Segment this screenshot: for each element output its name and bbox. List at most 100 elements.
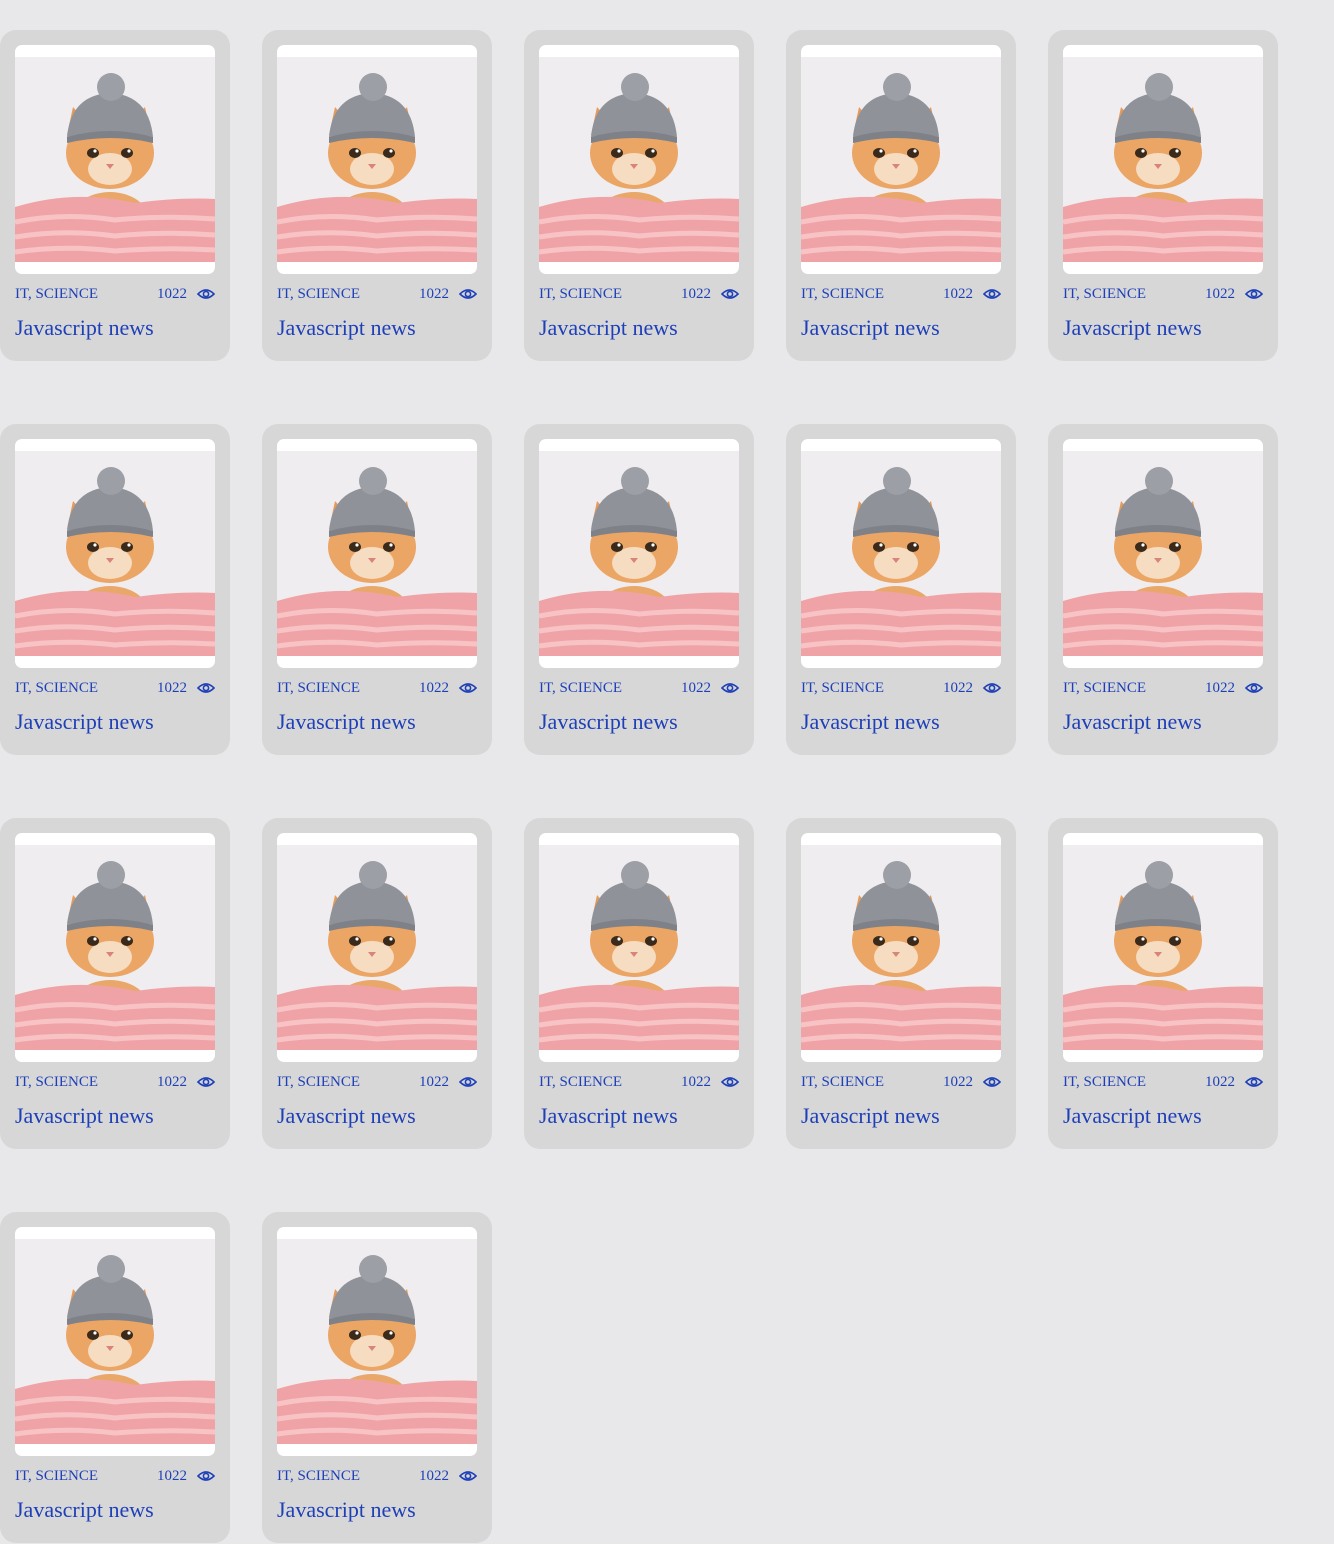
card-title-link[interactable]: Javascript news	[15, 1103, 215, 1129]
card-view-count: 1022	[157, 1468, 187, 1484]
card-title-link[interactable]: Javascript news	[539, 315, 739, 341]
card-title-link[interactable]: Javascript news	[277, 709, 477, 735]
kitten-photo[interactable]	[801, 45, 1001, 274]
card-title-link[interactable]: Javascript news	[801, 709, 1001, 735]
card-meta: IT, SCIENCE 1022	[1063, 286, 1263, 302]
kitten-photo[interactable]	[539, 833, 739, 1062]
card-view-count: 1022	[1205, 1074, 1235, 1090]
news-card[interactable]: IT, SCIENCE 1022 Javascript news	[524, 424, 754, 755]
news-card[interactable]: IT, SCIENCE 1022 Javascript news	[1048, 818, 1278, 1149]
news-card[interactable]: IT, SCIENCE 1022 Javascript news	[262, 30, 492, 361]
kitten-photo[interactable]	[539, 45, 739, 274]
card-title-link[interactable]: Javascript news	[1063, 1103, 1263, 1129]
kitten-photo[interactable]	[1063, 833, 1263, 1062]
card-meta: IT, SCIENCE 1022	[277, 680, 477, 696]
news-card[interactable]: IT, SCIENCE 1022 Javascript news	[0, 30, 230, 361]
card-categories[interactable]: IT, SCIENCE	[801, 1074, 901, 1090]
card-view-count: 1022	[157, 286, 187, 302]
card-categories[interactable]: IT, SCIENCE	[1063, 680, 1163, 696]
kitten-photo[interactable]	[15, 1227, 215, 1456]
kitten-photo[interactable]	[539, 439, 739, 668]
card-meta: IT, SCIENCE 1022	[277, 1468, 477, 1484]
news-card[interactable]: IT, SCIENCE 1022 Javascript news	[0, 818, 230, 1149]
eye-icon	[983, 1077, 1001, 1087]
card-title-link[interactable]: Javascript news	[1063, 709, 1263, 735]
news-card[interactable]: IT, SCIENCE 1022 Javascript news	[0, 1212, 230, 1543]
card-categories[interactable]: IT, SCIENCE	[1063, 1074, 1163, 1090]
card-view-count: 1022	[943, 1074, 973, 1090]
card-title-link[interactable]: Javascript news	[277, 315, 477, 341]
kitten-photo[interactable]	[277, 45, 477, 274]
card-view-count: 1022	[419, 1074, 449, 1090]
card-meta: IT, SCIENCE 1022	[277, 286, 477, 302]
eye-icon	[459, 1077, 477, 1087]
news-card[interactable]: IT, SCIENCE 1022 Javascript news	[786, 818, 1016, 1149]
card-meta: IT, SCIENCE 1022	[801, 680, 1001, 696]
card-meta: IT, SCIENCE 1022	[801, 1074, 1001, 1090]
card-meta: IT, SCIENCE 1022	[1063, 680, 1263, 696]
card-categories[interactable]: IT, SCIENCE	[539, 1074, 639, 1090]
card-categories[interactable]: IT, SCIENCE	[277, 286, 377, 302]
card-view-count: 1022	[681, 1074, 711, 1090]
eye-icon	[197, 1077, 215, 1087]
kitten-photo[interactable]	[15, 45, 215, 274]
card-categories[interactable]: IT, SCIENCE	[801, 286, 901, 302]
news-card-grid: IT, SCIENCE 1022 Javascript news IT, SCI…	[0, 30, 1278, 1543]
card-categories[interactable]: IT, SCIENCE	[15, 680, 115, 696]
card-title-link[interactable]: Javascript news	[15, 1497, 215, 1523]
news-card[interactable]: IT, SCIENCE 1022 Javascript news	[1048, 30, 1278, 361]
card-meta: IT, SCIENCE 1022	[15, 1074, 215, 1090]
card-view-count: 1022	[157, 680, 187, 696]
kitten-photo[interactable]	[277, 439, 477, 668]
kitten-photo[interactable]	[277, 833, 477, 1062]
kitten-photo[interactable]	[277, 1227, 477, 1456]
card-title-link[interactable]: Javascript news	[15, 315, 215, 341]
card-title-link[interactable]: Javascript news	[277, 1497, 477, 1523]
news-card[interactable]: IT, SCIENCE 1022 Javascript news	[262, 818, 492, 1149]
card-categories[interactable]: IT, SCIENCE	[277, 1074, 377, 1090]
kitten-photo[interactable]	[15, 833, 215, 1062]
card-categories[interactable]: IT, SCIENCE	[15, 1074, 115, 1090]
card-categories[interactable]: IT, SCIENCE	[1063, 286, 1163, 302]
card-title-link[interactable]: Javascript news	[801, 315, 1001, 341]
card-meta: IT, SCIENCE 1022	[801, 286, 1001, 302]
kitten-photo[interactable]	[1063, 45, 1263, 274]
card-title-link[interactable]: Javascript news	[801, 1103, 1001, 1129]
card-title-link[interactable]: Javascript news	[539, 709, 739, 735]
card-title-link[interactable]: Javascript news	[15, 709, 215, 735]
card-view-count: 1022	[419, 1468, 449, 1484]
news-card[interactable]: IT, SCIENCE 1022 Javascript news	[524, 818, 754, 1149]
card-categories[interactable]: IT, SCIENCE	[15, 1468, 115, 1484]
card-meta: IT, SCIENCE 1022	[15, 1468, 215, 1484]
news-card[interactable]: IT, SCIENCE 1022 Javascript news	[786, 30, 1016, 361]
eye-icon	[197, 683, 215, 693]
eye-icon	[721, 683, 739, 693]
news-card[interactable]: IT, SCIENCE 1022 Javascript news	[0, 424, 230, 755]
card-categories[interactable]: IT, SCIENCE	[801, 680, 901, 696]
kitten-photo[interactable]	[801, 439, 1001, 668]
eye-icon	[197, 289, 215, 299]
card-categories[interactable]: IT, SCIENCE	[539, 286, 639, 302]
news-card[interactable]: IT, SCIENCE 1022 Javascript news	[1048, 424, 1278, 755]
news-card[interactable]: IT, SCIENCE 1022 Javascript news	[262, 424, 492, 755]
kitten-photo[interactable]	[801, 833, 1001, 1062]
card-categories[interactable]: IT, SCIENCE	[15, 286, 115, 302]
card-meta: IT, SCIENCE 1022	[539, 286, 739, 302]
card-meta: IT, SCIENCE 1022	[15, 286, 215, 302]
card-categories[interactable]: IT, SCIENCE	[539, 680, 639, 696]
kitten-photo[interactable]	[15, 439, 215, 668]
card-title-link[interactable]: Javascript news	[277, 1103, 477, 1129]
news-card[interactable]: IT, SCIENCE 1022 Javascript news	[786, 424, 1016, 755]
card-categories[interactable]: IT, SCIENCE	[277, 680, 377, 696]
card-categories[interactable]: IT, SCIENCE	[277, 1468, 377, 1484]
kitten-photo[interactable]	[1063, 439, 1263, 668]
eye-icon	[1245, 1077, 1263, 1087]
card-view-count: 1022	[943, 286, 973, 302]
eye-icon	[459, 289, 477, 299]
card-title-link[interactable]: Javascript news	[539, 1103, 739, 1129]
news-card[interactable]: IT, SCIENCE 1022 Javascript news	[524, 30, 754, 361]
news-card[interactable]: IT, SCIENCE 1022 Javascript news	[262, 1212, 492, 1543]
card-view-count: 1022	[681, 680, 711, 696]
card-title-link[interactable]: Javascript news	[1063, 315, 1263, 341]
eye-icon	[983, 683, 1001, 693]
